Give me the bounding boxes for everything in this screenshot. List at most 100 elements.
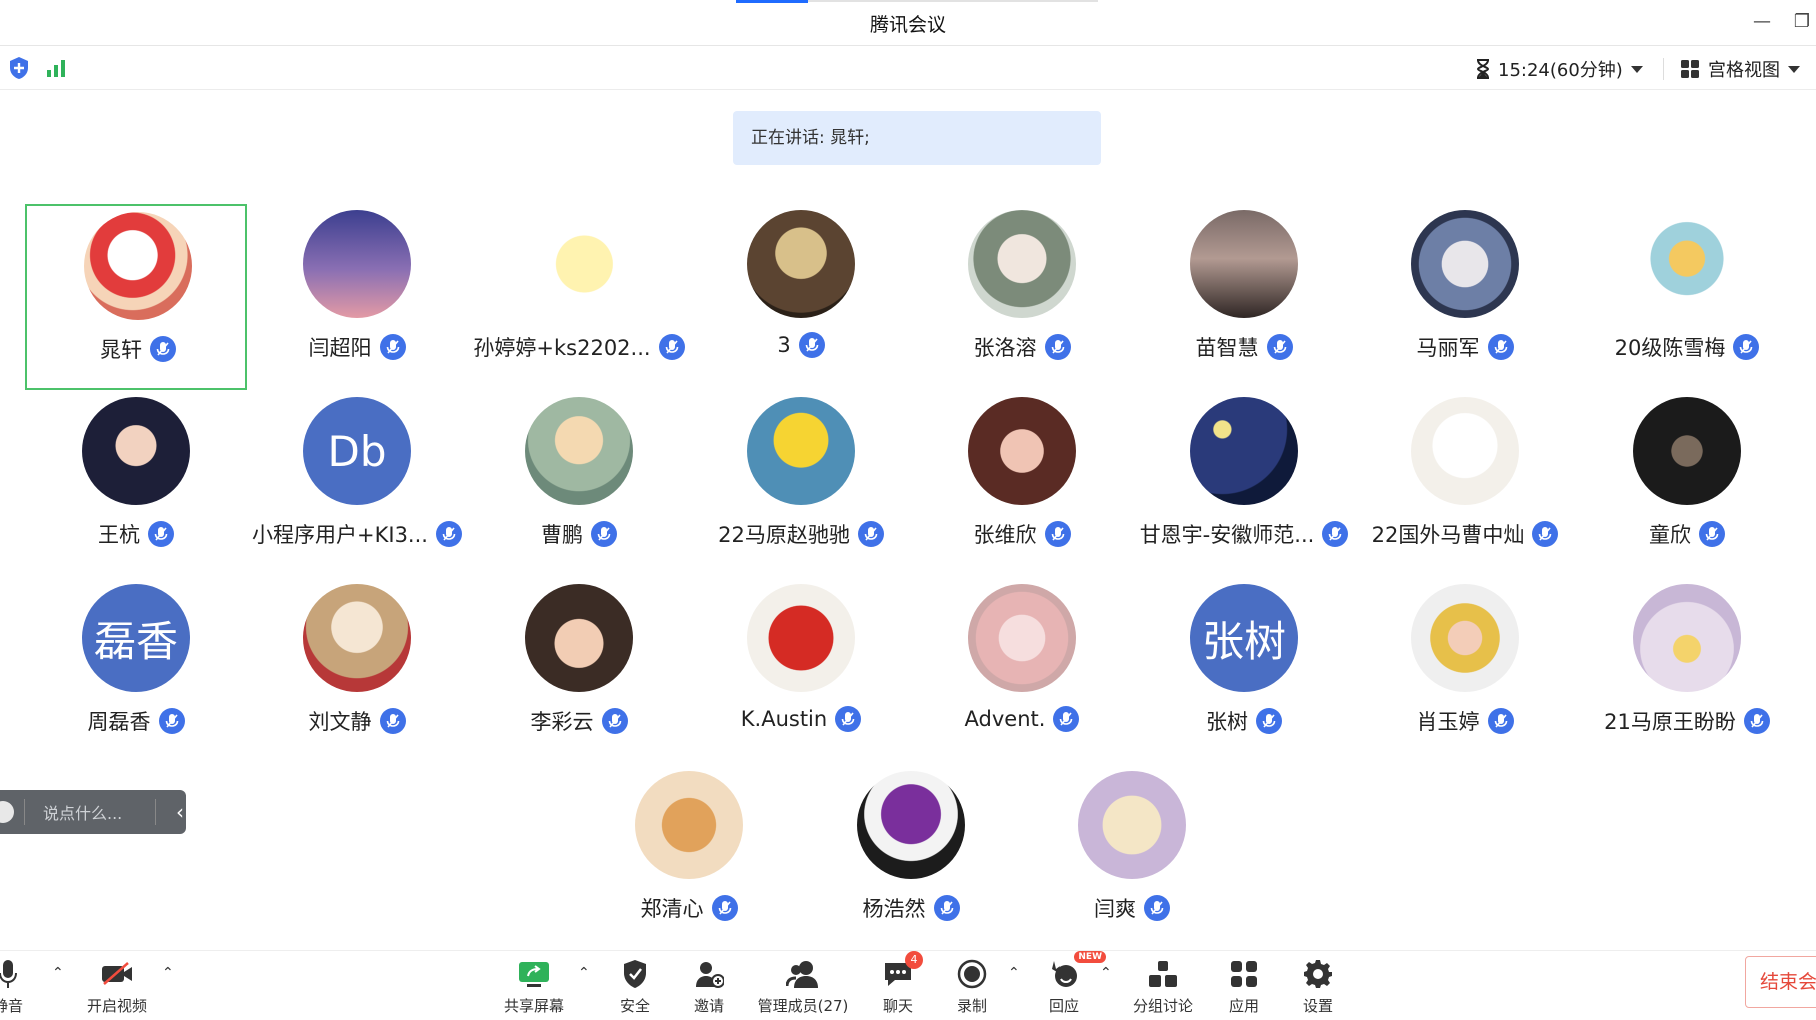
participant-name: 张洛溶 [973,336,1037,360]
chevron-up-icon[interactable]: ⌃ [162,965,174,981]
microphone-muted-icon [591,521,617,547]
avatar [1633,584,1741,692]
participant-tile[interactable]: 闫爽 [1021,765,1243,951]
avatar [525,210,633,318]
participant-tile[interactable]: Advent. [911,578,1133,764]
view-mode-selector[interactable]: 宫格视图 [1680,56,1800,82]
signal-icon[interactable] [46,58,68,78]
participant-name: Advent. [964,707,1046,731]
mute-button[interactable]: 静音 [0,957,53,1016]
chat-input[interactable]: 说点什么... [35,800,145,824]
participant-tile[interactable]: 刘文静 [246,578,468,764]
participant-name: 童欣 [1649,523,1691,547]
participant-tile[interactable]: Db 小程序用户+KI3... [246,391,468,577]
participant-name: 小程序用户+KI3... [252,523,428,547]
restore-button[interactable]: ❐ [1788,8,1816,36]
participant-tile[interactable]: 3 [690,204,912,390]
participant-tile[interactable]: 曹鹏 [468,391,690,577]
top-toolbar: 15:24(60分钟) 宫格视图 [0,46,1816,90]
participant-tile[interactable]: 童欣 [1576,391,1798,577]
new-tag: NEW [1074,951,1106,963]
avatar [1411,584,1519,692]
participant-tile[interactable]: 张树 张树 [1133,578,1355,764]
microphone-muted-icon [1144,895,1170,921]
avatar [1190,210,1298,318]
microphone-muted-icon [1044,334,1071,360]
security-label: 安全 [619,997,650,1015]
avatar [1078,771,1186,879]
participant-tile[interactable]: 李彩云 [468,578,690,764]
participant-name: 张树 [1206,710,1248,734]
participant-tile[interactable]: 晁轩 [25,204,247,390]
participant-tile[interactable]: 郑清心 [578,765,800,951]
manage-members-button[interactable]: 管理成员(27) [758,957,848,1016]
invite-button[interactable]: 邀请 [664,957,754,1016]
microphone-muted-icon [1053,706,1080,732]
chat-input-bar[interactable]: 说点什么... ‹ [0,790,186,834]
members-icon [786,961,818,988]
participant-tile[interactable]: 张维欣 [911,391,1133,577]
participant-tile[interactable]: K.Austin [690,578,912,764]
chat-unread-badge: 4 [905,951,923,969]
participant-name: 王杭 [98,523,140,547]
tab-indicator [736,0,808,3]
apps-label: 应用 [1228,997,1259,1015]
chevron-left-icon[interactable]: ‹ [176,800,184,824]
participant-tile[interactable]: 22国外马曹中灿 [1354,391,1576,577]
microphone-muted-icon [150,336,176,362]
participant-tile[interactable]: 王杭 [25,391,247,577]
participant-tile[interactable]: 甘恩宇-安徽师范... [1133,391,1355,577]
settings-button[interactable]: 设置 [1273,957,1363,1016]
end-meeting-button[interactable]: 结束会议 [1745,956,1816,1008]
microphone-muted-icon [1733,334,1760,360]
avatar [1411,397,1519,505]
divider [24,799,25,825]
minimize-button[interactable]: — [1748,8,1776,36]
avatar [968,584,1076,692]
participant-name: 周磊香 [87,710,151,734]
participant-tile[interactable]: 闫超阳 [246,204,468,390]
avatar [747,397,855,505]
avatar [1411,210,1519,318]
participant-tile[interactable]: 张洛溶 [911,204,1133,390]
breakout-label: 分组讨论 [1132,997,1193,1015]
participant-tile[interactable]: 杨浩然 [800,765,1022,951]
microphone-muted-icon [1266,334,1293,360]
video-label: 开启视频 [86,997,147,1015]
chevron-up-icon[interactable]: ⌃ [52,965,64,981]
participant-tile[interactable]: 磊香 周磊香 [25,578,247,764]
video-button[interactable]: 开启视频 [72,957,162,1016]
chevron-up-icon[interactable]: ⌃ [578,965,590,981]
microphone-muted-icon [1487,708,1514,734]
participant-tile[interactable]: 苗智慧 [1133,204,1355,390]
chevron-up-icon[interactable]: ⌃ [1008,965,1020,981]
add-user-icon [696,962,724,988]
microphone-muted-icon [1487,334,1514,360]
meeting-timer[interactable]: 15:24(60分钟) [1476,56,1643,82]
microphone-muted-icon [1532,521,1559,547]
share-screen-button[interactable]: 共享屏幕 [489,957,579,1016]
participant-tile[interactable]: 22马原赵驰驰 [690,391,912,577]
participant-tile[interactable]: 肖玉婷 [1354,578,1576,764]
avatar [1190,397,1298,505]
participant-tile[interactable]: 20级陈雪梅 [1576,204,1798,390]
avatar [968,210,1076,318]
participant-tile[interactable]: 马丽军 [1354,204,1576,390]
chevron-up-icon[interactable]: ⌃ [1100,965,1112,981]
apps-icon [1231,961,1257,987]
participant-tile[interactable]: 孙婷婷+ks2202... [468,204,690,390]
participant-name: 闫爽 [1094,897,1136,921]
participant-tile[interactable]: 21马原王盼盼 [1576,578,1798,764]
shield-check-icon [624,960,646,988]
avatar [968,397,1076,505]
record-button[interactable]: 录制 [927,957,1017,1016]
chevron-down-icon [1788,65,1800,73]
microphone-muted-icon [711,895,738,921]
reaction-button[interactable]: NEW 回应 [1019,951,1109,1016]
view-mode-label: 宫格视图 [1708,60,1780,81]
shield-icon[interactable] [8,56,30,80]
avatar [857,771,965,879]
breakout-button[interactable]: 分组讨论 [1118,957,1208,1016]
emoji-icon[interactable] [0,801,14,823]
participant-name: 马丽军 [1416,336,1480,360]
